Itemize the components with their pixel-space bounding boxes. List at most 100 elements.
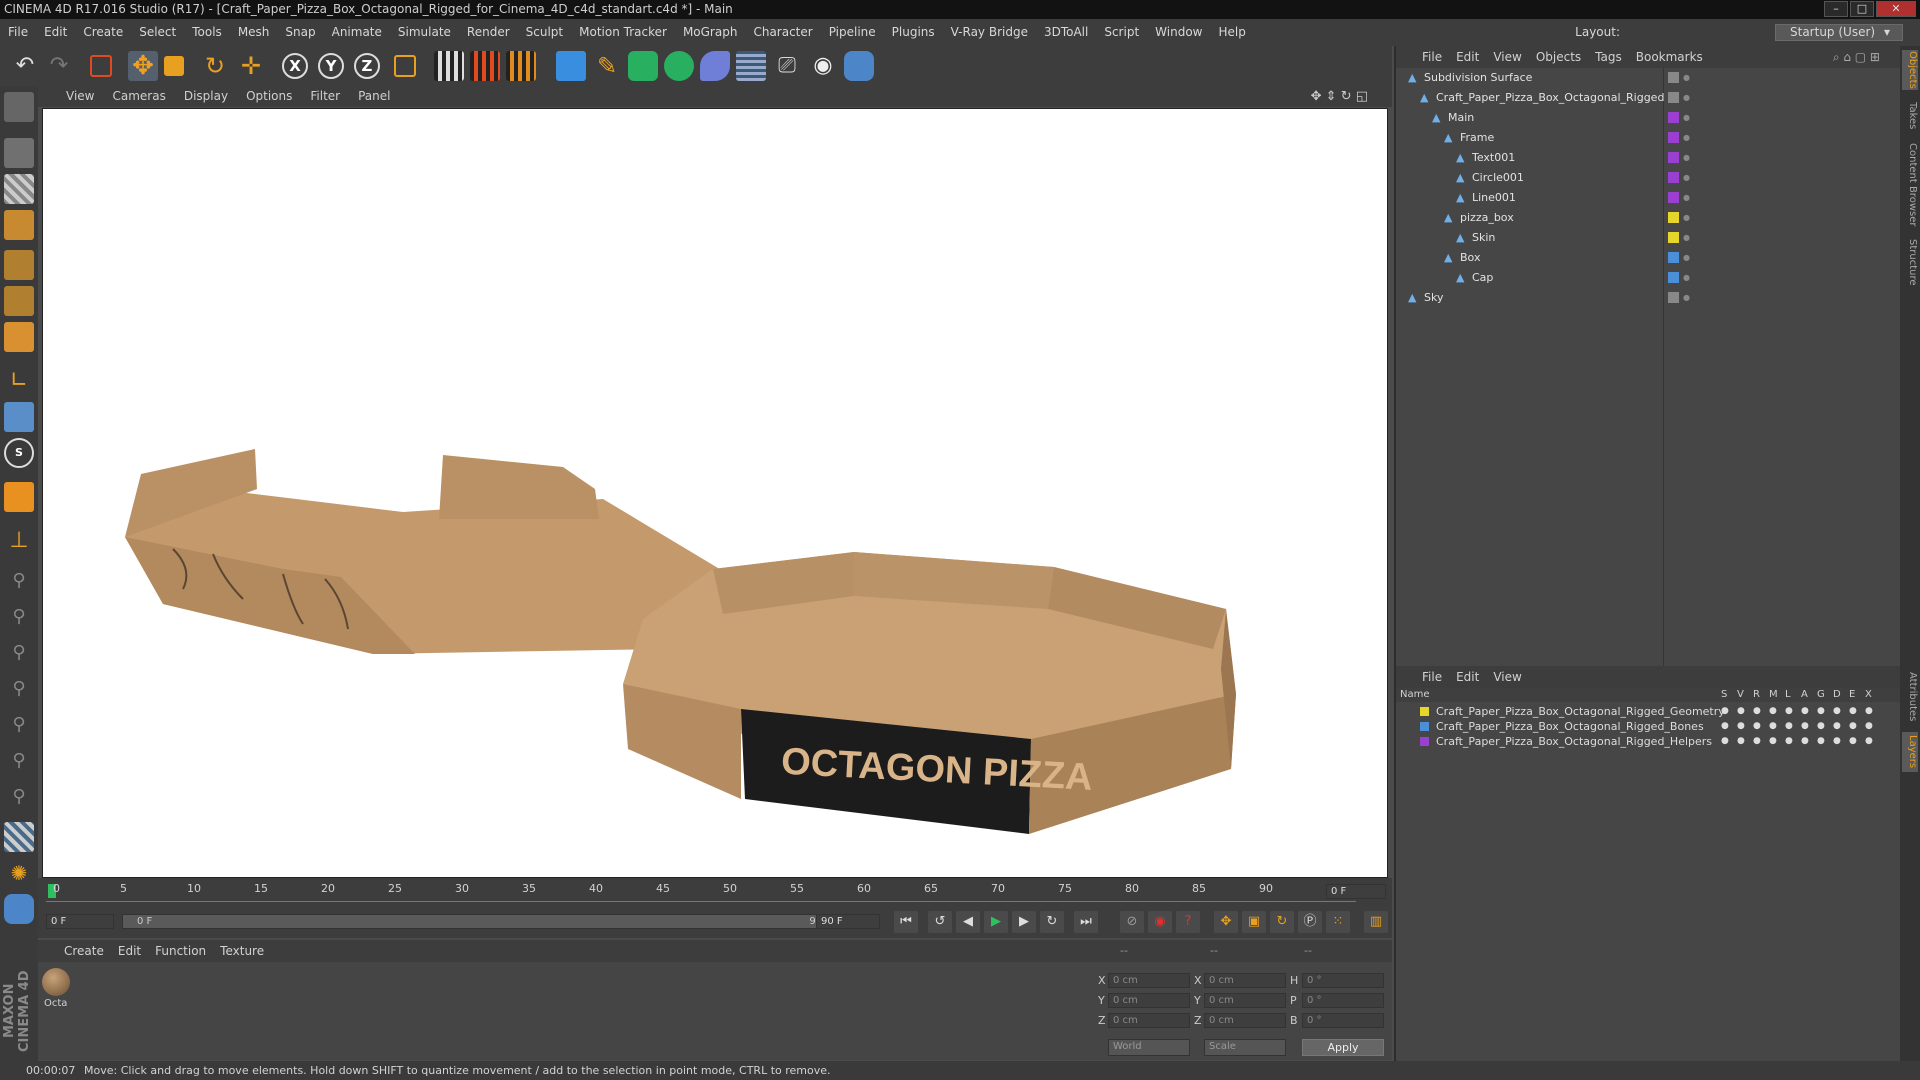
- object-label[interactable]: Text001: [1472, 148, 1515, 168]
- sculpt-inflate-icon[interactable]: ⚲: [4, 674, 34, 704]
- material-menu-create[interactable]: Create: [64, 944, 104, 958]
- render-view-icon[interactable]: [434, 51, 464, 81]
- layer-flag-toggle-icon[interactable]: ●: [1769, 719, 1777, 734]
- start-frame-field[interactable]: 0 F: [46, 914, 114, 929]
- rot-p-field[interactable]: 0 °: [1302, 993, 1384, 1008]
- layer-flag-toggle-icon[interactable]: ●: [1833, 719, 1841, 734]
- menu-mesh[interactable]: Mesh: [238, 25, 270, 39]
- object-label[interactable]: pizza_box: [1460, 208, 1514, 228]
- visibility-dots-icon[interactable]: ●: [1683, 248, 1690, 268]
- object-row[interactable]: ▲ Line001 ●: [1396, 188, 1902, 208]
- objects-menu-view[interactable]: View: [1493, 50, 1521, 64]
- layer-flag-toggle-icon[interactable]: ●: [1737, 734, 1745, 749]
- layers-menu-view[interactable]: View: [1493, 670, 1521, 684]
- layer-flag-toggle-icon[interactable]: ●: [1785, 719, 1793, 734]
- size-z-field[interactable]: 0 cm: [1204, 1013, 1286, 1028]
- menu-file[interactable]: File: [8, 25, 28, 39]
- menu-render[interactable]: Render: [467, 25, 510, 39]
- grid-lock-icon[interactable]: [4, 822, 34, 852]
- play-icon[interactable]: ▶: [984, 911, 1008, 933]
- layer-color-swatch[interactable]: [1668, 272, 1679, 283]
- layer-flag-toggle-icon[interactable]: ●: [1753, 719, 1761, 734]
- key-rotation-icon[interactable]: ↻: [1270, 911, 1294, 933]
- workplane-axis-icon[interactable]: ⊥: [4, 526, 34, 556]
- tab-objects[interactable]: Objects: [1902, 50, 1918, 90]
- sculpt-pinch-icon[interactable]: ⚲: [4, 746, 34, 776]
- visibility-dots-icon[interactable]: ●: [1683, 208, 1690, 228]
- layer-color-swatch[interactable]: [1668, 72, 1679, 83]
- layer-flag-toggle-icon[interactable]: ●: [1753, 704, 1761, 719]
- objects-menu-file[interactable]: File: [1422, 50, 1442, 64]
- object-label[interactable]: Circle001: [1472, 168, 1524, 188]
- menu-vray-bridge[interactable]: V-Ray Bridge: [951, 25, 1028, 39]
- layers-menu-file[interactable]: File: [1422, 670, 1442, 684]
- visibility-dots-icon[interactable]: ●: [1683, 68, 1690, 88]
- object-row[interactable]: ▲ Cap ●: [1396, 268, 1902, 288]
- object-label[interactable]: Skin: [1472, 228, 1495, 248]
- deformer-icon[interactable]: [700, 51, 730, 81]
- y-axis-icon[interactable]: Y: [318, 53, 344, 79]
- menu-create[interactable]: Create: [83, 25, 123, 39]
- viewport-menu-options[interactable]: Options: [246, 89, 292, 103]
- menu-snap[interactable]: Snap: [285, 25, 315, 39]
- current-frame-field[interactable]: 0 F: [1326, 884, 1386, 899]
- rotate-tool-icon[interactable]: ↻: [200, 51, 230, 81]
- layer-color-swatch[interactable]: [1420, 707, 1429, 716]
- magnet-icon[interactable]: [4, 482, 34, 512]
- size-y-field[interactable]: 0 cm: [1204, 993, 1286, 1008]
- live-selection-icon[interactable]: [90, 55, 112, 77]
- menu-sculpt[interactable]: Sculpt: [526, 25, 563, 39]
- layer-flag-toggle-icon[interactable]: ●: [1833, 734, 1841, 749]
- workplane-icon[interactable]: [4, 210, 34, 240]
- layer-flag-toggle-icon[interactable]: ●: [1721, 704, 1729, 719]
- layer-flag-toggle-icon[interactable]: ●: [1833, 704, 1841, 719]
- material-menu-function[interactable]: Function: [155, 944, 206, 958]
- object-label[interactable]: Craft_Paper_Pizza_Box_Octagonal_Rigged: [1436, 88, 1664, 108]
- array-icon[interactable]: [664, 51, 694, 81]
- layer-flag-toggle-icon[interactable]: ●: [1801, 719, 1809, 734]
- key-pla-icon[interactable]: ⁙: [1326, 911, 1350, 933]
- menu-plugins[interactable]: Plugins: [892, 25, 935, 39]
- python-icon[interactable]: [844, 51, 874, 81]
- tab-structure[interactable]: Structure: [1902, 234, 1918, 290]
- layer-color-swatch[interactable]: [1668, 252, 1679, 263]
- layer-label[interactable]: Craft_Paper_Pizza_Box_Octagonal_Rigged_H…: [1436, 734, 1712, 749]
- material-menu-texture[interactable]: Texture: [220, 944, 264, 958]
- prev-key-icon[interactable]: ↺: [928, 911, 952, 933]
- transform-tool-icon[interactable]: ✛: [236, 51, 266, 81]
- object-row[interactable]: ▲ Sky ●: [1396, 288, 1902, 308]
- object-label[interactable]: Sky: [1424, 288, 1443, 308]
- render-picture-viewer-icon[interactable]: [470, 51, 500, 81]
- layer-flag-toggle-icon[interactable]: ●: [1769, 734, 1777, 749]
- snap-icon[interactable]: S: [4, 438, 34, 468]
- model-mode-icon[interactable]: [4, 138, 34, 168]
- x-axis-icon[interactable]: X: [282, 53, 308, 79]
- objects-menu-edit[interactable]: Edit: [1456, 50, 1479, 64]
- rot-h-field[interactable]: 0 °: [1302, 973, 1384, 988]
- apply-button[interactable]: Apply: [1302, 1039, 1384, 1056]
- object-row[interactable]: ▲ Main ●: [1396, 108, 1902, 128]
- layout-select[interactable]: Startup (User) ▾: [1775, 24, 1903, 41]
- material-menu-edit[interactable]: Edit: [118, 944, 141, 958]
- tab-attributes[interactable]: Attributes: [1902, 668, 1918, 726]
- layer-flag-toggle-icon[interactable]: ●: [1849, 719, 1857, 734]
- layer-flag-toggle-icon[interactable]: ●: [1849, 704, 1857, 719]
- make-editable-icon[interactable]: [4, 92, 34, 122]
- layer-flag-toggle-icon[interactable]: ●: [1785, 734, 1793, 749]
- sculpt-smooth-icon[interactable]: ⚲: [4, 638, 34, 668]
- autokey-icon[interactable]: ◉: [1148, 911, 1172, 933]
- layer-flag-toggle-icon[interactable]: ●: [1849, 734, 1857, 749]
- key-parameter-icon[interactable]: Ⓟ: [1298, 911, 1322, 933]
- menu-mograph[interactable]: MoGraph: [683, 25, 738, 39]
- layer-flag-toggle-icon[interactable]: ●: [1769, 704, 1777, 719]
- points-mode-icon[interactable]: [4, 250, 34, 280]
- light-icon[interactable]: ◉: [808, 51, 838, 81]
- menu-script[interactable]: Script: [1104, 25, 1139, 39]
- sculpt-brush-icon[interactable]: ⚲: [4, 566, 34, 596]
- layer-color-swatch[interactable]: [1420, 722, 1429, 731]
- object-label[interactable]: Frame: [1460, 128, 1494, 148]
- gravity-icon[interactable]: ✺: [4, 858, 34, 888]
- menu-simulate[interactable]: Simulate: [398, 25, 451, 39]
- object-row[interactable]: ▲ Circle001 ●: [1396, 168, 1902, 188]
- layer-label[interactable]: Craft_Paper_Pizza_Box_Octagonal_Rigged_B…: [1436, 719, 1704, 734]
